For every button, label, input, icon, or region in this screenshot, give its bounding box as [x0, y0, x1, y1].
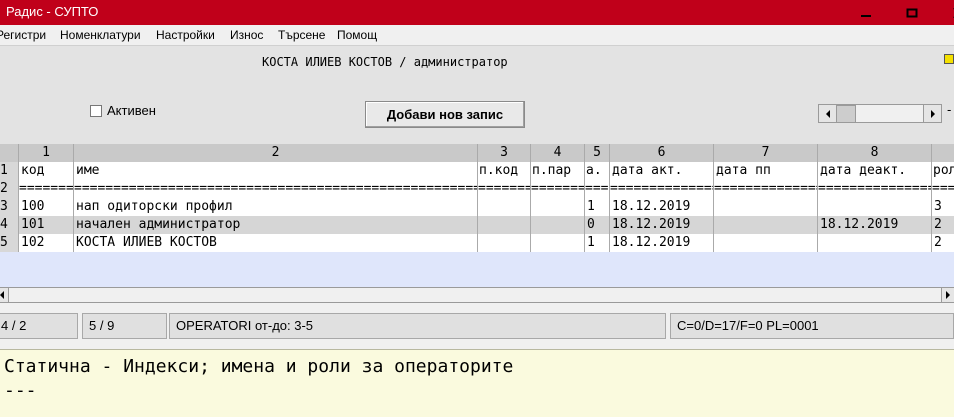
separator-cell: ========================================… — [714, 181, 817, 196]
col-header[interactable]: дата пп — [714, 162, 817, 180]
status-table-range: OPERATORI от-до: 3-5 — [169, 313, 666, 339]
arrow-right-icon — [930, 109, 935, 118]
menu-wear[interactable]: Износ — [230, 28, 263, 42]
cell-date-act[interactable]: 18.12.2019 — [610, 216, 713, 234]
cell-role[interactable]: 3 — [932, 198, 954, 216]
grid-line — [931, 144, 932, 252]
row-number[interactable]: 3 — [0, 198, 18, 216]
status-flags: C=0/D=17/F=0 PL=0001 — [670, 313, 954, 339]
cell-role[interactable]: 2 — [932, 234, 954, 252]
maximize-button[interactable] — [889, 0, 935, 25]
col-number[interactable]: 5 — [585, 144, 609, 162]
menu-settings[interactable]: Настройки — [156, 28, 215, 42]
grid-line — [817, 144, 818, 252]
col-number[interactable]: 7 — [714, 144, 817, 162]
menu-nomenclatures[interactable]: Номенклатури — [60, 28, 141, 42]
cell-date-act[interactable]: 18.12.2019 — [610, 198, 713, 216]
arrow-left-icon — [825, 109, 830, 118]
col-number[interactable]: 1 — [19, 144, 73, 162]
description-line-2: --- — [4, 380, 37, 401]
description-line-1: Статична - Индекси; имена и роли за опер… — [4, 356, 514, 377]
grid-scroll-right-button[interactable] — [941, 287, 954, 303]
window-title: Радис - СУПТО — [6, 4, 99, 19]
description-panel: Статична - Индекси; имена и роли за опер… — [0, 349, 954, 417]
cell-code[interactable]: 102 — [19, 234, 73, 252]
cell-date-deact[interactable]: 18.12.2019 — [818, 216, 931, 234]
grid-horizontal-scrollbar[interactable] — [0, 287, 954, 303]
scroll-thumb[interactable] — [836, 105, 856, 123]
menu-search[interactable]: Търсене — [278, 28, 325, 42]
status-record-count: 5 / 9 — [82, 313, 167, 339]
maximize-icon — [906, 8, 918, 17]
col-number[interactable] — [932, 144, 954, 162]
toolbar-overflow-mark: - — [947, 102, 952, 117]
col-header[interactable]: дата акт. — [610, 162, 713, 180]
scroll-left-button[interactable] — [818, 104, 837, 123]
separator-cell: ========================================… — [818, 181, 931, 196]
cell-name[interactable]: начален администратор — [74, 216, 477, 234]
col-header[interactable]: а. — [585, 162, 609, 180]
col-number[interactable]: 8 — [818, 144, 931, 162]
active-label: Активен — [107, 103, 156, 118]
col-header[interactable]: код — [19, 162, 73, 180]
scroll-right-button[interactable] — [923, 104, 942, 123]
menu-help[interactable]: Помощ — [337, 28, 377, 42]
arrow-left-icon — [0, 291, 4, 299]
operator-name: КОСТА ИЛИЕВ КОСТОВ / администратор — [262, 55, 508, 69]
menu-registers[interactable]: Регистри — [0, 28, 46, 42]
operator-bar: КОСТА ИЛИЕВ КОСТОВ / администратор — [0, 45, 954, 74]
separator-cell: ========================================… — [585, 181, 609, 196]
grid-line — [584, 144, 585, 252]
row-number[interactable]: 4 — [0, 216, 18, 234]
cell-active[interactable]: 1 — [585, 234, 609, 252]
grid-line — [477, 144, 478, 252]
active-checkbox[interactable] — [90, 105, 102, 117]
add-record-button[interactable]: Добави нов запис — [365, 101, 525, 128]
minimize-button[interactable] — [843, 0, 889, 25]
grid-line — [530, 144, 531, 252]
status-position: 4 / 2 — [0, 313, 78, 339]
col-header[interactable]: роля — [932, 162, 954, 180]
row-number[interactable]: 5 — [0, 234, 18, 252]
cell-active[interactable]: 1 — [585, 198, 609, 216]
status-indicator-icon — [944, 54, 954, 64]
separator-cell: ========================================… — [531, 181, 584, 196]
separator-cell: ========================================… — [19, 181, 73, 196]
col-number[interactable]: 2 — [74, 144, 477, 162]
corner-cell — [0, 144, 18, 162]
col-header[interactable]: дата деакт. — [818, 162, 931, 180]
close-button[interactable] — [935, 0, 954, 25]
grid-line — [713, 144, 714, 252]
separator-cell: ========================================… — [478, 181, 530, 196]
col-header[interactable]: п.пар — [531, 162, 584, 180]
col-number[interactable]: 3 — [478, 144, 530, 162]
row-number[interactable]: 1 — [0, 162, 18, 180]
cell-active[interactable]: 0 — [585, 216, 609, 234]
grid-line — [18, 144, 19, 252]
toolbar: Активен Добави нов запис - — [0, 73, 954, 144]
cell-role[interactable]: 2 — [932, 216, 954, 234]
cell-date-act[interactable]: 18.12.2019 — [610, 234, 713, 252]
col-header[interactable]: име — [74, 162, 477, 180]
separator-cell: ========================================… — [74, 181, 477, 196]
grid-scroll-left-button[interactable] — [0, 287, 9, 303]
cell-code[interactable]: 100 — [19, 198, 73, 216]
col-number[interactable]: 4 — [531, 144, 584, 162]
separator-cell: ========================================… — [610, 181, 713, 196]
grid-line — [609, 144, 610, 252]
menu-bar: Регистри Номенклатури Настройки Износ Тъ… — [0, 25, 954, 45]
separator-cell: ========================================… — [932, 181, 954, 196]
col-header[interactable]: п.код — [478, 162, 530, 180]
cell-code[interactable]: 101 — [19, 216, 73, 234]
title-bar: Радис - СУПТО — [0, 0, 954, 25]
cell-name[interactable]: нап одиторски профил — [74, 198, 477, 216]
grid-line — [73, 144, 74, 252]
minimize-icon — [861, 14, 871, 17]
row-number[interactable]: 2 — [0, 180, 18, 198]
col-number[interactable]: 6 — [610, 144, 713, 162]
arrow-right-icon — [945, 291, 950, 299]
data-grid[interactable]: 1 2 3 4 5 6 7 8 1 2 3 4 5 код име п.код … — [0, 144, 954, 287]
cell-name[interactable]: КОСТА ИЛИЕВ КОСТОВ — [74, 234, 477, 252]
